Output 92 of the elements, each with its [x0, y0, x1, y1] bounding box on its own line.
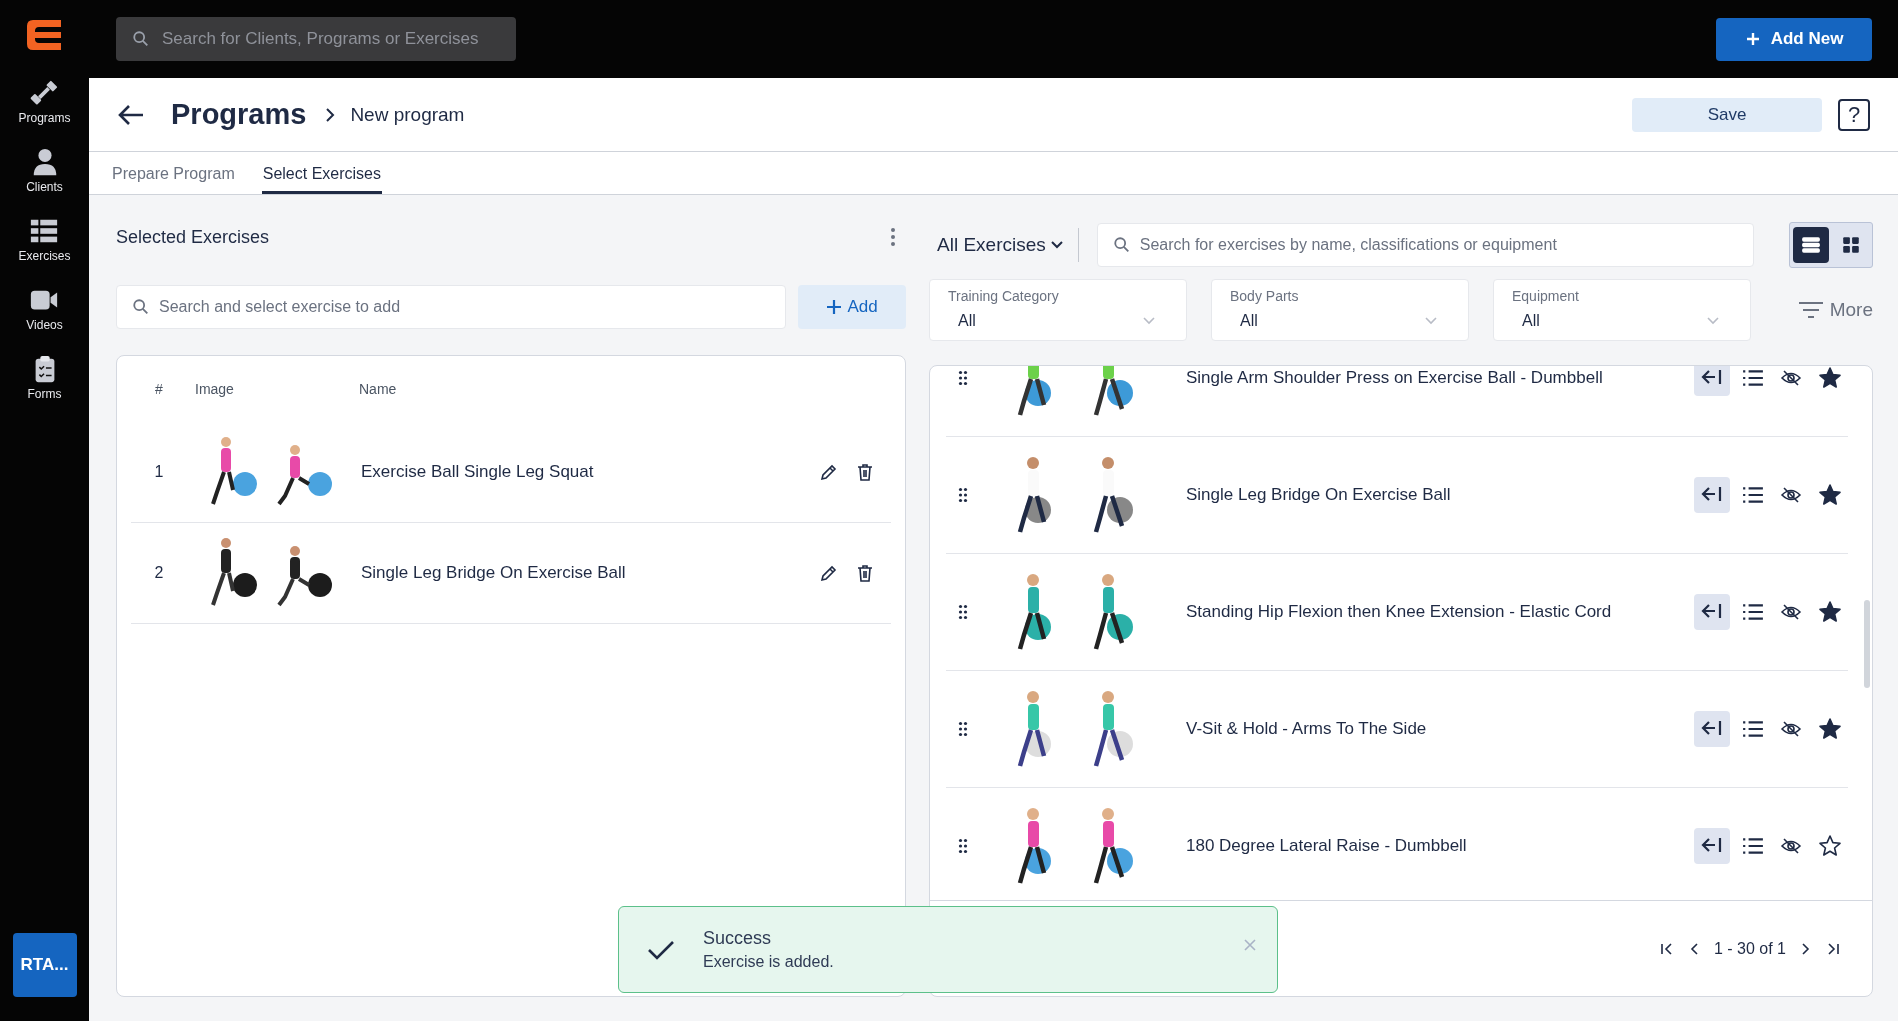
more-filters-button[interactable]: More [1797, 299, 1873, 321]
row-number: 2 [153, 564, 165, 582]
add-to-program-button[interactable] [1694, 594, 1730, 630]
search-field[interactable]: Search for Clients, Programs or Exercises [116, 17, 516, 61]
workspace-button[interactable]: RTA... [12, 933, 77, 997]
filter-icon [1797, 301, 1824, 319]
column-header: # [154, 381, 164, 397]
filter-select[interactable]: Training Category All [929, 279, 1187, 341]
more-options-icon[interactable] [890, 227, 896, 247]
tab[interactable]: Select Exercises [261, 152, 382, 194]
list-icon[interactable] [1742, 485, 1764, 505]
first-page-icon[interactable] [1659, 941, 1674, 956]
filter-select[interactable]: Body Parts All [1211, 279, 1469, 341]
nav-item[interactable]: Exercises [18, 216, 71, 263]
library-search-field[interactable]: Search for exercises by name, classifications or equipment [1096, 223, 1754, 267]
exercise-name: Single Leg Bridge On Exercise Ball [361, 563, 627, 583]
column-header: Image [194, 381, 235, 397]
nav-item[interactable]: Videos [26, 285, 63, 332]
chevron-right-icon [324, 106, 337, 123]
last-page-icon[interactable] [1826, 941, 1840, 956]
add-to-program-button[interactable] [1694, 828, 1730, 864]
help-button[interactable]: ? [1838, 98, 1870, 131]
page-title[interactable]: Programs [171, 98, 307, 131]
section-title: Selected Exercises [116, 226, 270, 248]
eye-slash-icon[interactable] [1780, 836, 1802, 856]
exercise-name: Single Leg Bridge On Exercise Ball [1186, 485, 1452, 505]
pagination-range: 1 - 30 of 1 [1713, 939, 1786, 958]
arrow-left-bar-icon [1701, 602, 1723, 620]
chevron-down-icon [1424, 316, 1438, 326]
arrow-left-bar-icon [1701, 368, 1723, 386]
back-arrow-icon[interactable] [117, 102, 145, 127]
list-icon[interactable] [1742, 602, 1764, 622]
nav-item[interactable]: Clients [26, 147, 63, 194]
add-button[interactable]: Add [798, 285, 906, 329]
star-icon[interactable] [1818, 717, 1842, 741]
list-icon[interactable] [1742, 836, 1764, 856]
exercise-name: Exercise Ball Single Leg Squat [361, 462, 595, 482]
filter-select[interactable]: Equipment All [1493, 279, 1751, 341]
arrow-left-bar-icon [1701, 485, 1723, 503]
star-icon[interactable] [1818, 483, 1842, 507]
add-new-button[interactable]: Add New [1716, 17, 1872, 61]
add-to-program-button[interactable] [1694, 366, 1730, 396]
search-icon [132, 298, 150, 316]
breadcrumb: New program [350, 103, 465, 126]
add-to-program-button[interactable] [1694, 477, 1730, 513]
row-number: 1 [153, 463, 165, 481]
trash-icon[interactable] [855, 563, 875, 583]
star-icon[interactable] [1818, 366, 1842, 390]
add-to-program-button[interactable] [1694, 711, 1730, 747]
exercise-name: 180 Degree Lateral Raise - Dumbbell [1186, 836, 1468, 856]
drag-handle-icon[interactable] [958, 370, 968, 386]
tab[interactable]: Prepare Program [111, 152, 236, 194]
plus-icon [1744, 31, 1761, 47]
list-icon [1801, 235, 1821, 255]
toast-title: Success [703, 928, 773, 949]
exercise-name: Standing Hip Flexion then Knee Extension - Elastic Cord [1186, 602, 1613, 622]
trash-icon[interactable] [855, 462, 875, 482]
pencil-icon[interactable] [819, 563, 839, 583]
exercise-name: Single Arm Shoulder Press on Exercise Ball - Dumbbell [1186, 368, 1604, 388]
list-icon[interactable] [1742, 368, 1764, 388]
toast-message: Exercise is added. [703, 953, 835, 971]
nav-item[interactable]: Programs [18, 78, 71, 125]
list-view-button[interactable] [1793, 227, 1829, 263]
eye-slash-icon[interactable] [1780, 368, 1802, 388]
save-button[interactable]: Save [1632, 97, 1822, 132]
chevron-down-icon [1049, 240, 1064, 250]
arrow-left-bar-icon [1701, 836, 1723, 854]
exercise-filter-dropdown[interactable]: All Exercises [929, 234, 1072, 256]
check-icon [647, 938, 675, 961]
star-icon[interactable] [1818, 600, 1842, 624]
star-icon[interactable] [1818, 834, 1842, 858]
search-icon [132, 30, 150, 48]
scrollbar-thumb[interactable] [1864, 600, 1870, 688]
search-icon [1112, 236, 1131, 254]
plus-icon [826, 299, 843, 315]
column-header: Name [359, 381, 398, 397]
chevron-down-icon [1706, 316, 1720, 326]
pencil-icon[interactable] [819, 462, 839, 482]
chevron-down-icon [1142, 316, 1156, 326]
grid-icon [1841, 235, 1861, 255]
drag-handle-icon[interactable] [958, 838, 968, 854]
eye-slash-icon[interactable] [1780, 602, 1802, 622]
drag-handle-icon[interactable] [958, 721, 968, 737]
drag-handle-icon[interactable] [958, 604, 968, 620]
exercise-name: V-Sit & Hold - Arms To The Side [1186, 719, 1428, 739]
eye-slash-icon[interactable] [1780, 719, 1802, 739]
list-icon[interactable] [1742, 719, 1764, 739]
arrow-left-bar-icon [1701, 719, 1723, 737]
exercise-search-field[interactable]: Search and select exercise to add [116, 285, 786, 329]
nav-item[interactable]: Forms [27, 354, 62, 401]
drag-handle-icon[interactable] [958, 487, 968, 503]
eye-slash-icon[interactable] [1780, 485, 1802, 505]
